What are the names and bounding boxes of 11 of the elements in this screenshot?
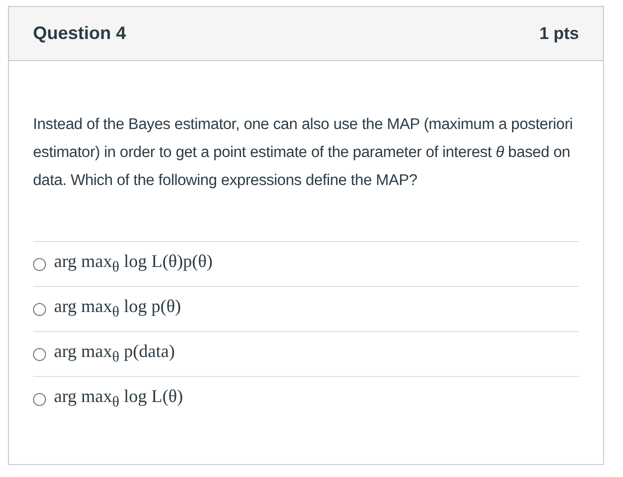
answer-label[interactable]: arg max$_{θ}$ log L(θ) xyxy=(54,386,183,412)
points-label: 1 pts xyxy=(539,24,579,44)
question-text: Instead of the Bayes estimator, one can also use the MAP (maximum a posteriori estimator) in order to get a point estimate of the parameter of interest θ based on data. Which of the following expressions define the MAP? xyxy=(33,115,574,191)
radio-button[interactable] xyxy=(33,392,46,406)
answer-label[interactable]: arg max$_{θ}$ log p(θ) xyxy=(54,296,181,322)
answer-label[interactable]: arg max$_{θ}$ p(data) xyxy=(54,341,175,367)
radio-button[interactable] xyxy=(33,258,46,270)
radio-button[interactable] xyxy=(33,302,46,316)
answer-label[interactable]: arg max$_{θ}$ log L(θ)p(θ) xyxy=(54,251,213,277)
question-title: Question 4 xyxy=(33,23,126,44)
radio-button[interactable] xyxy=(33,348,46,360)
